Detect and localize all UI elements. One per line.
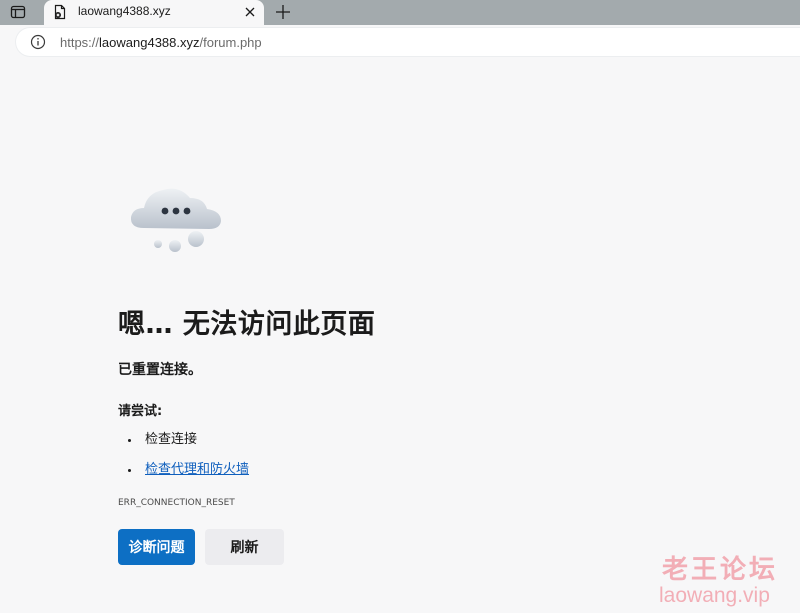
tab-title: laowang4388.xyz	[78, 4, 171, 18]
sidebar-toggle-icon[interactable]	[10, 4, 26, 20]
watermark-cn: 老王论坛	[662, 555, 779, 585]
page-error-icon	[54, 4, 66, 20]
suggestion-check-connection: 检查连接	[145, 432, 198, 447]
active-tab[interactable]: laowang4388.xyz	[44, 0, 264, 25]
url-path: /forum.php	[199, 35, 262, 50]
list-item: 检查连接	[126, 430, 249, 460]
suggestion-check-proxy-link[interactable]: 检查代理和防火墙	[145, 462, 249, 477]
url-text[interactable]: https://laowang4388.xyz/forum.php	[60, 35, 262, 50]
plus-icon[interactable]	[274, 3, 292, 21]
list-item: 检查代理和防火墙	[126, 460, 249, 490]
url-scheme: https://	[60, 35, 100, 50]
watermark-en: laowang.vip	[659, 584, 770, 607]
error-heading: 嗯… 无法访问此页面	[118, 309, 376, 340]
tab-strip: laowang4388.xyz	[0, 0, 800, 25]
browser-toolbar: https://laowang4388.xyz/forum.php	[0, 25, 800, 59]
url-host: laowang4388.xyz	[99, 35, 200, 50]
info-icon[interactable]	[30, 34, 46, 50]
suggestion-list: 检查连接 检查代理和防火墙	[126, 430, 249, 490]
diagnose-button[interactable]: 诊断问题	[118, 529, 195, 565]
address-bar[interactable]: https://laowang4388.xyz/forum.php	[16, 28, 800, 56]
cloud-icon	[130, 188, 221, 252]
close-icon[interactable]	[242, 4, 258, 20]
error-subtitle: 已重置连接。	[118, 362, 202, 378]
refresh-button[interactable]: 刷新	[205, 529, 284, 565]
try-label: 请尝试:	[118, 404, 163, 419]
error-code: ERR_CONNECTION_RESET	[118, 498, 235, 508]
